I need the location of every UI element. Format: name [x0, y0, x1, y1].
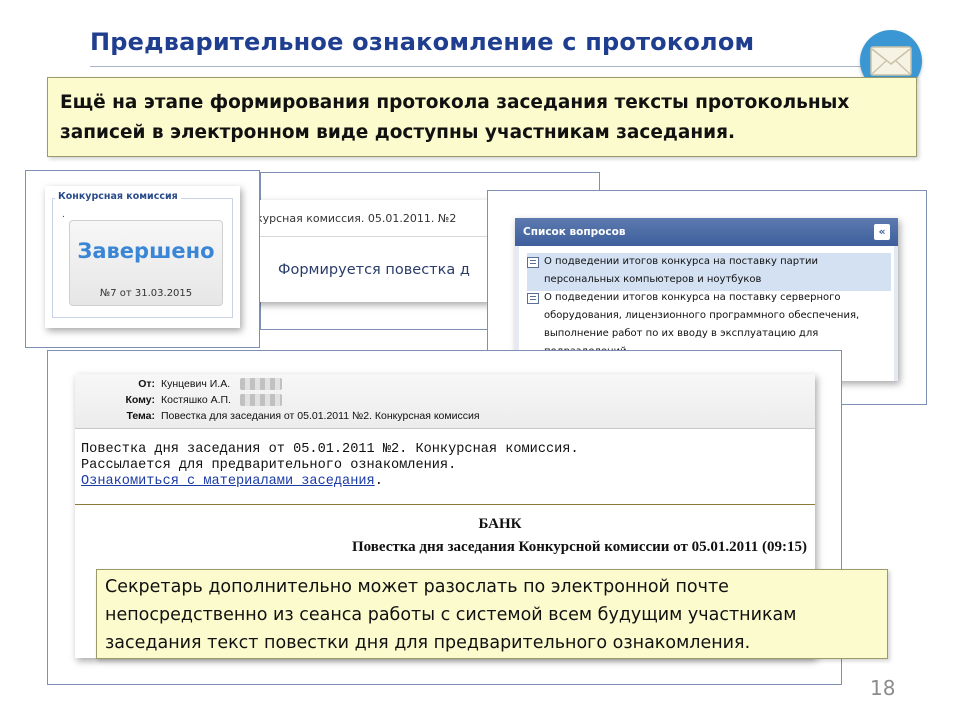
- agenda-title: Повестка дня заседания Конкурсной комисс…: [351, 539, 807, 555]
- blurred-address: [240, 378, 282, 390]
- status-panel[interactable]: Завершено №7 от 31.03.2015: [69, 220, 223, 306]
- status-label: Завершено: [77, 239, 215, 263]
- email-from-value: Кунцевич И.А.: [161, 378, 231, 390]
- email-to-value: Костяшко А.П.: [161, 394, 231, 406]
- email-to-label: Кому:: [125, 394, 155, 406]
- email-body-line: Повестка дня заседания от 05.01.2011 №2.…: [81, 442, 579, 457]
- slide-title: Предварительное ознакомление с протоколо…: [90, 28, 755, 56]
- email-subject-value: Повестка для заседания от 05.01.2011 №2.…: [161, 410, 480, 422]
- materials-link[interactable]: Ознакомиться с материалами заседания: [81, 474, 375, 489]
- email-body: Повестка дня заседания от 05.01.2011 №2.…: [81, 442, 579, 490]
- blurred-address: [240, 394, 282, 406]
- page-number: 18: [870, 676, 896, 700]
- panel-border-right: [894, 246, 898, 381]
- email-header: От: Кунцевич И.А. Кому: Костяшко А.П. Те…: [75, 374, 815, 429]
- divider: [250, 236, 490, 237]
- status-screenshot: Конкурсная комиссия . Завершено №7 от 31…: [45, 186, 240, 328]
- link-suffix: .: [374, 474, 383, 489]
- document-icon: [527, 257, 539, 268]
- email-from-label: От:: [138, 378, 155, 390]
- title-underline: [90, 66, 862, 67]
- agenda-status-text: Формируется повестка д: [278, 262, 470, 278]
- email-divider: [75, 504, 815, 505]
- collapse-icon[interactable]: «: [874, 224, 890, 240]
- protocol-number: №7 от 31.03.2015: [99, 288, 193, 299]
- dot-marker: .: [62, 210, 65, 220]
- commission-group-label: Конкурсная комиссия: [55, 191, 181, 202]
- question-text: О подведении итогов конкурса на поставку…: [544, 256, 818, 285]
- questions-panel-header: Список вопросов «: [515, 218, 898, 246]
- email-subject-label: Тема:: [126, 410, 155, 422]
- email-body-line: Рассылается для предварительного ознаком…: [81, 458, 457, 473]
- secretary-note: Секретарь дополнительно может разослать …: [96, 569, 888, 659]
- meeting-screenshot: курсная комиссия. 05.01.2011. №2 Формиру…: [250, 200, 490, 302]
- intro-note: Ещё на этапе формирования протокола засе…: [47, 77, 917, 157]
- document-icon: [527, 293, 539, 304]
- meeting-breadcrumb[interactable]: курсная комиссия. 05.01.2011. №2: [256, 212, 456, 225]
- question-item[interactable]: О подведении итогов конкурса на поставку…: [527, 253, 891, 291]
- email-link-line: Ознакомиться с материалами заседания.: [81, 474, 579, 490]
- questions-panel-title: Список вопросов: [523, 226, 626, 238]
- bank-heading: БАНК: [478, 516, 522, 532]
